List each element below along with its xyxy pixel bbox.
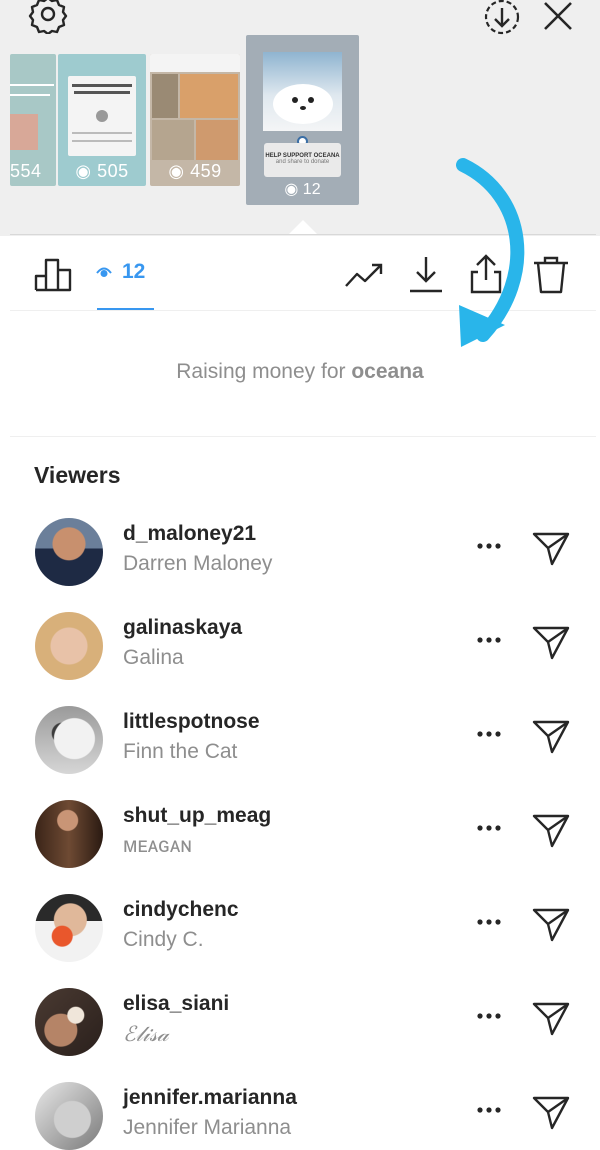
viewer-row[interactable]: jennifer.marianna Jennifer Marianna — [0, 1076, 600, 1150]
viewer-row[interactable]: elisa_siani ℰ𝓁𝒾𝓈𝒶 — [0, 982, 600, 1076]
story-thumbnail[interactable]: 554 — [10, 54, 56, 186]
trending-icon[interactable] — [344, 260, 384, 290]
viewer-username[interactable]: cindychenc — [123, 898, 239, 922]
more-options-icon[interactable] — [474, 724, 504, 744]
send-message-icon[interactable] — [532, 1094, 570, 1130]
viewer-username[interactable]: littlespotnose — [123, 710, 260, 734]
viewers-count: 12 — [122, 260, 146, 283]
viewer-full-name: Jennifer Marianna — [123, 1116, 292, 1139]
avatar[interactable] — [35, 612, 103, 680]
viewer-full-name: ᴍᴇᴀɢᴀɴ — [123, 834, 192, 857]
viewer-full-name: Darren Maloney — [123, 552, 273, 575]
viewers-tab[interactable]: 12 — [96, 260, 145, 284]
more-options-icon[interactable] — [474, 818, 504, 838]
selected-story-thumbnail[interactable]: HELP SUPPORT OCEANA and share to donate … — [246, 35, 359, 205]
send-message-icon[interactable] — [532, 530, 570, 566]
viewer-username[interactable]: jennifer.marianna — [123, 1086, 297, 1110]
avatar[interactable] — [35, 894, 103, 962]
more-options-icon[interactable] — [474, 630, 504, 650]
story-thumbnail[interactable]: ◉ 459 — [150, 54, 240, 186]
avatar[interactable] — [35, 800, 103, 868]
avatar[interactable] — [35, 1082, 103, 1150]
more-options-icon[interactable] — [474, 912, 504, 932]
more-options-icon[interactable] — [474, 1100, 504, 1120]
avatar[interactable] — [35, 518, 103, 586]
viewer-full-name: Cindy C. — [123, 928, 204, 951]
save-icon[interactable] — [482, 0, 522, 36]
divider — [10, 436, 596, 437]
more-options-icon[interactable] — [474, 1006, 504, 1026]
selection-caret — [288, 220, 318, 235]
viewer-full-name: Finn the Cat — [123, 740, 238, 763]
viewer-username[interactable]: d_maloney21 — [123, 522, 256, 546]
viewers-heading: Viewers — [34, 462, 121, 488]
annotation-arrow-icon — [456, 158, 525, 347]
send-message-icon[interactable] — [532, 624, 570, 660]
view-count: ◉ 12 — [284, 181, 321, 198]
send-message-icon[interactable] — [532, 1000, 570, 1036]
trash-icon[interactable] — [533, 256, 569, 294]
view-count: ◉ 505 — [75, 161, 129, 181]
fundraiser-org[interactable]: oceana — [351, 360, 423, 383]
avatar[interactable] — [35, 706, 103, 774]
fundraiser-text: Raising money for oceana — [176, 360, 424, 383]
viewer-row[interactable]: cindychenc Cindy C. — [0, 888, 600, 982]
viewer-row[interactable]: galinaskaya Galina — [0, 606, 600, 700]
send-message-icon[interactable] — [532, 812, 570, 848]
close-icon[interactable] — [540, 0, 576, 34]
viewer-username[interactable]: galinaskaya — [123, 616, 242, 640]
insights-icon[interactable] — [33, 256, 73, 292]
send-message-icon[interactable] — [532, 718, 570, 754]
view-count: 554 — [10, 161, 42, 181]
viewer-row[interactable]: shut_up_meag ᴍᴇᴀɢᴀɴ — [0, 794, 600, 888]
gear-icon[interactable] — [28, 0, 68, 34]
viewer-full-name: Galina — [123, 646, 184, 669]
avatar[interactable] — [35, 988, 103, 1056]
viewer-username[interactable]: elisa_siani — [123, 992, 229, 1016]
viewer-full-name: ℰ𝓁𝒾𝓈𝒶 — [123, 1022, 169, 1046]
eye-icon — [96, 267, 112, 277]
story-thumbnail[interactable]: ◉ 505 — [58, 54, 146, 186]
view-count: ◉ 459 — [168, 161, 222, 181]
viewer-row[interactable]: littlespotnose Finn the Cat — [0, 700, 600, 794]
more-options-icon[interactable] — [474, 536, 504, 556]
donate-sticker: HELP SUPPORT OCEANA and share to donate — [264, 143, 341, 177]
viewer-row[interactable]: d_maloney21 Darren Maloney — [0, 512, 600, 606]
download-icon[interactable] — [409, 256, 443, 294]
viewer-username[interactable]: shut_up_meag — [123, 804, 271, 828]
seal-photo — [263, 52, 342, 131]
send-message-icon[interactable] — [532, 906, 570, 942]
